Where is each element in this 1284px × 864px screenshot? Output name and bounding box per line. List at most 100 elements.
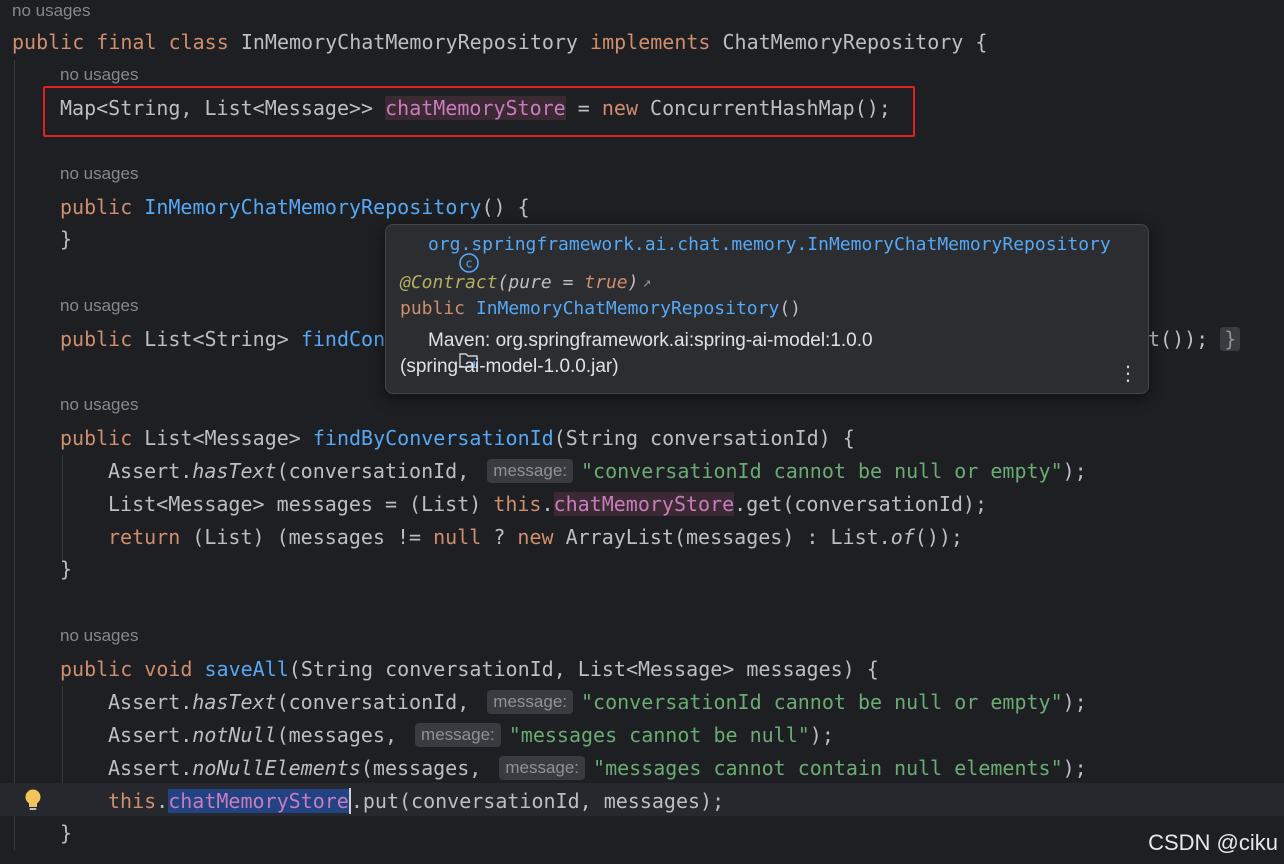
operator: ? [481,524,518,549]
static-method[interactable]: of [891,525,915,549]
keyword: public [12,29,85,54]
popup-class-header[interactable]: c org.springframework.ai.chat.memory.InM… [400,229,1111,273]
jar-name: (spring-ai-model-1.0.0.jar) [400,356,619,377]
class-icon: c [400,233,479,273]
usage-hint[interactable]: no usages [60,163,138,185]
method-name[interactable]: findByConversationId [313,426,554,450]
usage-hint[interactable]: no usages [12,0,90,22]
maven-coordinates: Maven: org.springframework.ai:spring-ai-… [428,330,873,351]
field-reference[interactable]: chatMemoryStore [553,491,735,516]
constructor-name[interactable]: InMemoryChatMemoryRepository [144,195,481,219]
statement: List<Message> messages = (List) [108,491,494,516]
usage-hint[interactable]: no usages [60,625,138,647]
punctuation: ); [1062,458,1087,483]
watermark: CSDN @ciku [1148,830,1278,855]
params: (String conversationId) { [553,425,855,450]
args: (conversationId, [276,689,482,714]
punctuation: ); [1062,755,1087,780]
method-find-by-line[interactable]: public List<Message> findByConversationI… [60,421,855,454]
keyword: public [60,194,133,219]
keyword: final [96,29,157,54]
code-line[interactable]: Assert. notNull (messages, message: "messag… [108,718,834,751]
code-tail: t()); [1148,326,1209,351]
code-line[interactable]: return (List) (messages != null ? new Ar… [108,520,963,553]
code-line[interactable]: Assert. hasText (conversationId, message: "… [108,685,1087,718]
brace: { [963,29,988,54]
library-folder-icon [400,331,478,368]
usage-hint[interactable]: no usages [60,295,138,317]
selected-field-reference[interactable]: chatMemoryStore [168,788,349,813]
keyword: void [132,656,205,681]
static-method[interactable]: notNull [192,723,276,747]
lightbulb-icon[interactable] [22,788,44,812]
punctuation: ( [497,271,509,293]
code-line[interactable]: Assert. noNullElements (messages, message:… [108,751,1087,784]
method-name[interactable]: saveAll [205,657,289,681]
return-type: List<Message> [132,425,313,450]
keyword: null [433,524,482,549]
params: () { [481,194,530,219]
static-method[interactable]: noNullElements [192,756,361,780]
args: (messages, [360,755,494,780]
code-line[interactable]: Assert. hasText (conversationId, message: "… [108,454,1087,487]
interface-name[interactable]: ChatMemoryRepository [723,30,964,54]
annotation-highlight-box [43,86,915,137]
more-options-icon[interactable]: ⋮ [1118,361,1138,385]
class-name[interactable]: InMemoryChatMemoryRepository [241,30,578,54]
method-find-ids-line[interactable]: public List<String> findCon [60,322,385,355]
punctuation: ); [809,722,834,747]
annotation[interactable]: @Contract [400,272,498,293]
method-save-all-line[interactable]: public void saveAll (String conversationI… [60,652,879,685]
closing-brace: } [60,820,73,845]
args: (conversationId, [276,458,482,483]
indent-guide [62,455,63,563]
string-literal: "messages cannot contain null elements" [593,755,1063,780]
parameter-hint: message: [487,458,573,483]
external-link-icon[interactable]: ↗ [642,273,651,291]
code-line[interactable]: List<Message> messages = (List) this. cha… [108,487,987,520]
annotation-key: pure [508,271,552,293]
class-ref: Assert. [108,755,193,780]
keyword: public [60,326,133,351]
closing-brace: } [60,226,73,251]
statement: .put(conversationId, messages); [350,788,725,813]
keyword: public [400,297,466,319]
code-line-current[interactable]: this. chatMemoryStore .put(conversationId,… [108,784,724,817]
string-literal: "conversationId cannot be null or empty" [581,689,1063,714]
keyword: class [168,29,229,54]
usage-hint[interactable]: no usages [60,394,138,416]
method-name[interactable]: findCon [301,327,385,351]
popup-signature-line: public InMemoryChatMemoryRepository() [400,295,801,321]
popup-library-line: Maven: org.springframework.ai:spring-ai-… [400,328,873,368]
constructor-line[interactable]: public InMemoryChatMemoryRepository() { [60,190,530,223]
parameter-hint: message: [499,755,586,780]
folded-brace[interactable]: } [1220,326,1241,351]
popup-fqcn-link[interactable]: org.springframework.ai.chat.memory.InMem… [428,234,1111,255]
return-type: List<String> [132,326,301,351]
parameter-hint: message: [415,722,501,747]
indent-guide [14,60,15,850]
expression: ArrayList(messages) : List. [553,524,891,549]
class-declaration-line[interactable]: public final class InMemoryChatMemoryRep… [12,25,987,58]
static-method[interactable]: hasText [192,459,276,483]
keyword: return [108,524,181,549]
expression: (List) (messages != [180,524,434,549]
parameter-hint: message: [487,689,573,714]
static-method[interactable]: hasText [192,690,276,714]
keyword: public [60,656,133,681]
class-ref: Assert. [108,722,193,747]
args: (messages, [276,722,410,747]
keyword: implements [590,29,711,54]
usage-hint[interactable]: no usages [60,64,138,86]
punctuation: . [541,491,554,516]
keyword: this [493,491,542,516]
closing-brace: } [60,556,73,581]
keyword: this [108,788,157,813]
folded-code-tail[interactable]: t()); } [1148,322,1241,355]
signature-name[interactable]: InMemoryChatMemoryRepository [476,298,779,319]
params: (String conversationId, List<Message> me… [288,656,879,681]
class-ref: Assert. [108,689,193,714]
quick-documentation-popup[interactable]: c org.springframework.ai.chat.memory.InM… [385,224,1149,394]
statement: .get(conversationId); [734,491,988,516]
annotation-value: true [584,271,628,293]
